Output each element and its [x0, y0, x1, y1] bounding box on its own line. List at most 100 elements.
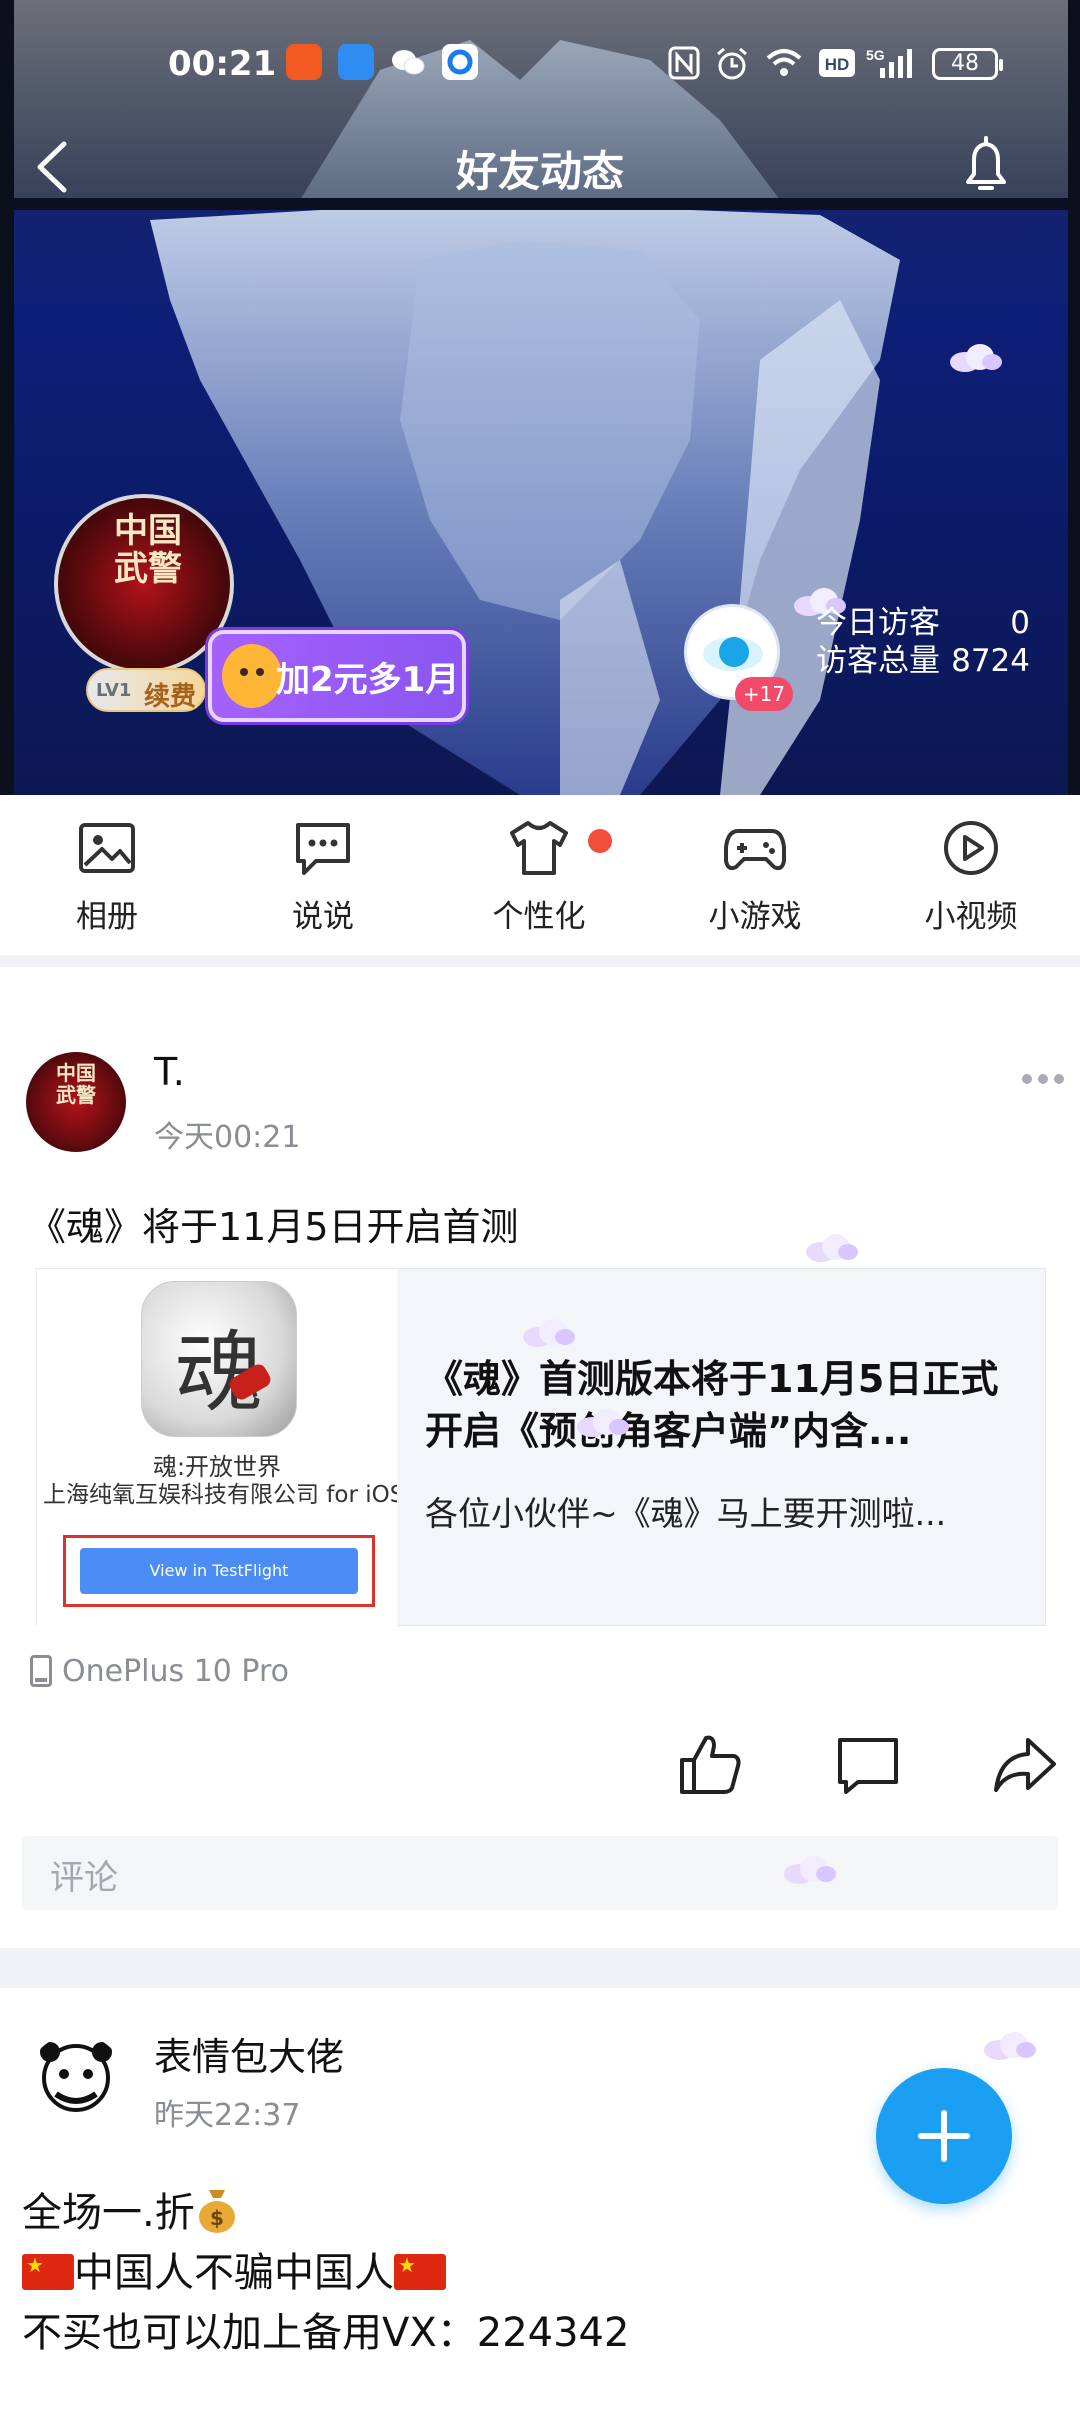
- bell-icon: [966, 136, 1006, 190]
- total-visitors-value: 8724: [951, 643, 1030, 679]
- svg-text:$: $: [210, 2206, 224, 2230]
- avatar-text: 中国武警: [114, 511, 182, 589]
- visitor-stats[interactable]: 今日访客 0 访客总量 8724: [816, 604, 1036, 680]
- cloud-decoration: [523, 1319, 575, 1347]
- shortcut-label: 小视频: [924, 899, 1018, 935]
- post-text-line2: 中国人不骗中国人: [74, 2250, 394, 2296]
- cloud-decoration: [806, 1234, 858, 1262]
- cover-edge-left: [0, 0, 14, 795]
- share-button[interactable]: [990, 1730, 1060, 1800]
- promo-banner[interactable]: 加2元多1月: [208, 630, 466, 722]
- cloud-decoration: [577, 1409, 629, 1437]
- thumbs-up-icon: [680, 1735, 741, 1794]
- shortcut-personalize[interactable]: 个性化: [464, 817, 614, 936]
- post-author-name[interactable]: T.: [154, 1050, 185, 1094]
- mascot-icon: [222, 644, 282, 708]
- post-text: 《魂》将于11月5日开启首测: [28, 1205, 519, 1249]
- promo-text: 加2元多1月: [276, 660, 460, 700]
- device-name: OnePlus 10 Pro: [62, 1654, 289, 1689]
- visitor-button[interactable]: +17: [684, 604, 793, 711]
- nfc-icon: [668, 46, 700, 88]
- cloud-decoration: [950, 344, 1002, 372]
- app-company: 上海纯氧互娱科技有限公司 for iOS: [43, 1482, 397, 1508]
- visitor-plus-badge: +17: [735, 677, 793, 711]
- status-time: 00:21: [168, 44, 277, 84]
- signal-icon: 5G: [866, 46, 922, 90]
- avatar-text: 中国武警: [56, 1061, 96, 1107]
- testflight-highlight: View in TestFlight: [63, 1535, 375, 1607]
- link-thumbnail: 魂 魂:开放世界 上海纯氧互娱科技有限公司 for iOS View in Te…: [37, 1269, 397, 1627]
- shortcut-videos[interactable]: 小视频: [896, 817, 1046, 936]
- post-text-line: 全场一.折 $: [22, 2180, 239, 2238]
- shortcut-bar: 相册 说说 个性化 小游戏 小视频: [0, 795, 1080, 955]
- meme-avatar-icon: [40, 2042, 112, 2128]
- comment-button[interactable]: [834, 1730, 904, 1800]
- svg-text:HD: HD: [825, 55, 850, 74]
- post-text-line1: 全场一.折: [22, 2190, 195, 2236]
- post-time: 今天00:21: [154, 1120, 301, 1155]
- shortcut-games[interactable]: 小游戏: [680, 817, 830, 936]
- cloud-decoration: [984, 2032, 1036, 2060]
- hd-icon: HD: [818, 46, 856, 88]
- status-bar: 00:21 HD 5G 48: [0, 40, 1080, 90]
- shared-link-card[interactable]: 魂 魂:开放世界 上海纯氧互娱科技有限公司 for iOS View in Te…: [36, 1268, 1046, 1627]
- eye-iris: [719, 637, 749, 667]
- tshirt-icon: [510, 821, 568, 875]
- section-divider: [0, 1948, 1080, 1988]
- section-divider: [0, 955, 1080, 967]
- comment-input[interactable]: 评论: [22, 1836, 1058, 1910]
- testflight-button: View in TestFlight: [80, 1548, 358, 1594]
- post-device: OnePlus 10 Pro: [30, 1654, 289, 1689]
- level-label: LV1: [96, 680, 132, 701]
- browser-notification-icon: [338, 44, 374, 80]
- new-badge-dot: [588, 829, 612, 853]
- today-visitors-label: 今日访客: [816, 605, 940, 641]
- shortcut-moments[interactable]: 说说: [248, 817, 398, 936]
- alarm-icon: [714, 46, 750, 90]
- cloud-decoration: [784, 1856, 836, 1884]
- post-author-avatar[interactable]: [26, 2034, 126, 2134]
- create-post-button[interactable]: [876, 2068, 1012, 2204]
- app-logo-icon: 魂: [141, 1281, 297, 1437]
- shortcut-label: 小游戏: [708, 899, 802, 935]
- post-time: 昨天22:37: [154, 2098, 301, 2133]
- renew-label: 续费: [144, 682, 197, 712]
- total-visitors-label: 访客总量: [816, 643, 940, 679]
- app-logo-glyph: 魂: [174, 1321, 263, 1424]
- link-description: 各位小伙伴~《魂》马上要开测啦...: [425, 1494, 947, 1533]
- play-circle-icon: [944, 821, 998, 875]
- comment-icon: [838, 1738, 898, 1794]
- network-label: 5G: [866, 47, 885, 63]
- like-button[interactable]: [676, 1730, 746, 1800]
- qq-browser-icon: [442, 44, 478, 80]
- wechat-icon: [390, 44, 426, 80]
- header-bar: 好友动态: [0, 130, 1080, 200]
- gamepad-icon: [724, 829, 786, 871]
- share-arrow-icon: [994, 1738, 1056, 1792]
- chat-bubble-icon: [296, 823, 350, 875]
- more-options-button[interactable]: [1022, 1068, 1066, 1088]
- post-author-avatar[interactable]: 中国武警: [26, 1052, 126, 1152]
- money-bag-icon: $: [195, 2184, 239, 2234]
- cover-banner[interactable]: 00:21 HD 5G 48 好友动态 中国武警 LV1 续费 加2元多1月 +…: [0, 0, 1080, 795]
- vip-level-badge[interactable]: LV1 续费: [86, 668, 206, 712]
- china-flag-icon: [394, 2254, 446, 2290]
- photo-album-icon: [79, 823, 135, 873]
- profile-avatar[interactable]: 中国武警: [54, 494, 234, 674]
- today-visitors-value: 0: [1010, 605, 1030, 641]
- china-flag-icon: [22, 2254, 74, 2290]
- post-text-line3: 不买也可以加上备用VX：224342: [22, 2310, 630, 2356]
- phone-icon: [30, 1655, 52, 1687]
- battery-indicator: 48: [932, 48, 1003, 80]
- page-title: 好友动态: [455, 147, 624, 196]
- notification-button[interactable]: [950, 130, 1020, 200]
- cover-edge-right: [1068, 0, 1080, 795]
- comment-placeholder: 评论: [50, 1858, 118, 1898]
- shortcut-label: 说说: [292, 899, 354, 935]
- app-notification-icon: [286, 44, 322, 80]
- link-title: 《魂》首测版本将于11月5日正式开启《预创角客户端”内含...: [425, 1357, 999, 1453]
- shortcut-label: 相册: [76, 899, 138, 935]
- shortcut-album[interactable]: 相册: [32, 817, 182, 936]
- wifi-icon: [764, 46, 804, 88]
- post-author-name[interactable]: 表情包大佬: [154, 2026, 344, 2081]
